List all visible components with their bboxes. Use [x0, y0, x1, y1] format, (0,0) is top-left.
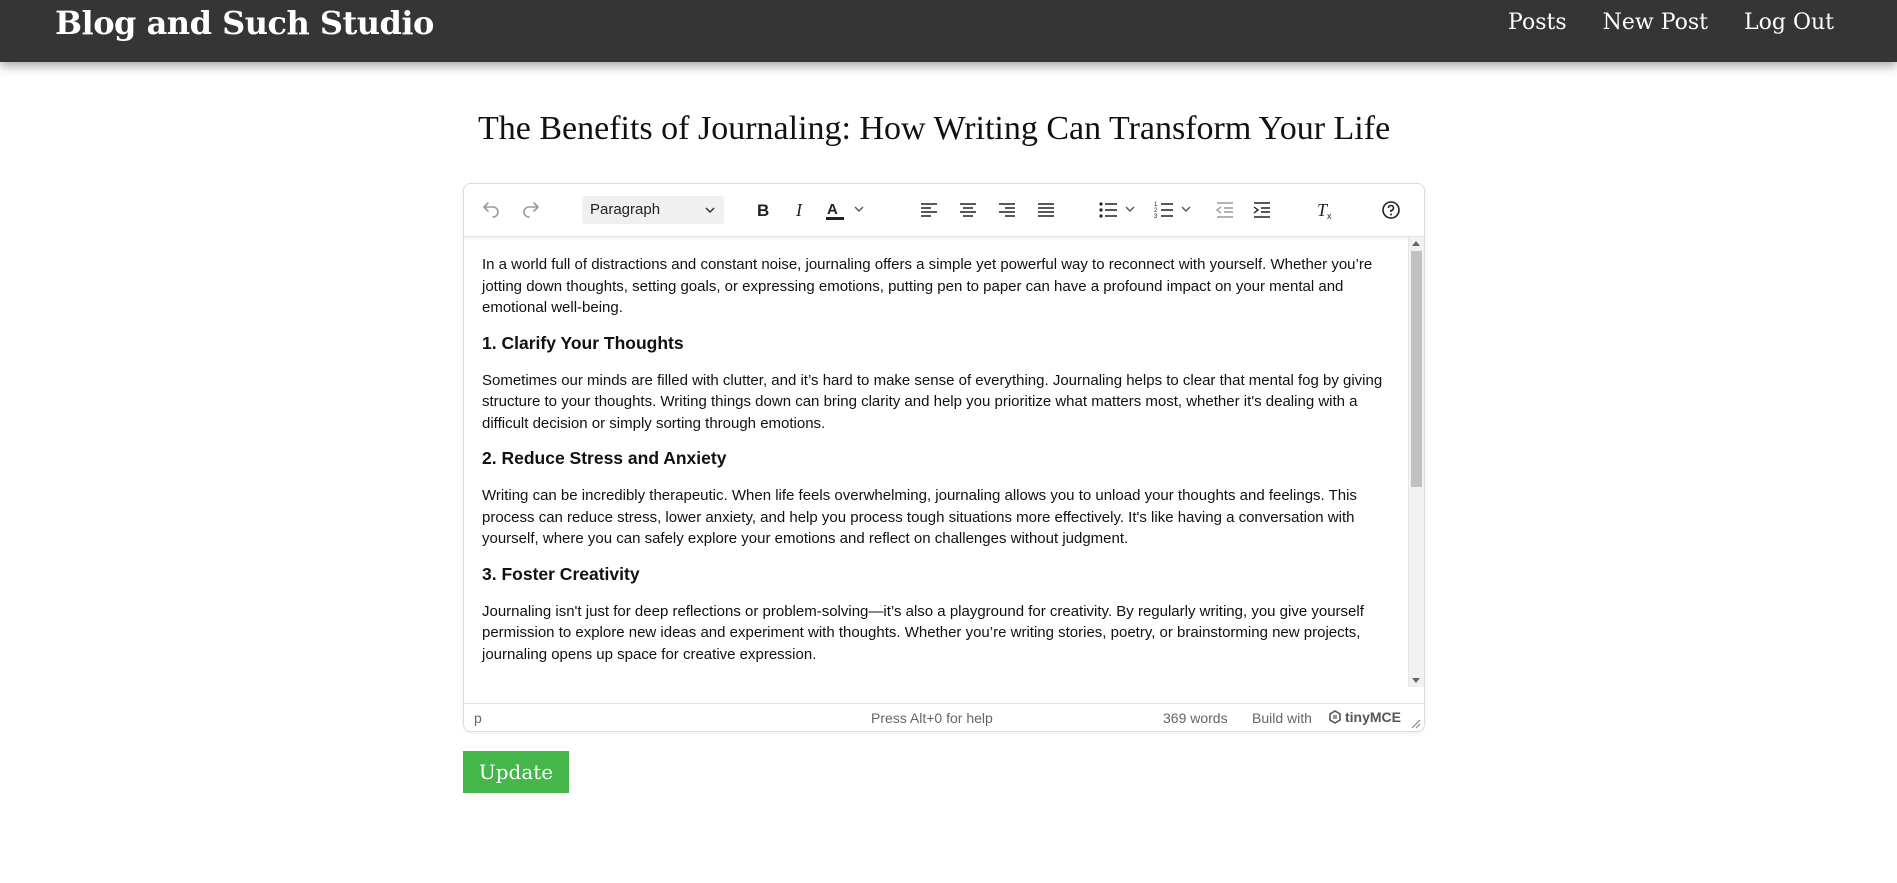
svg-text:B: B — [757, 201, 769, 220]
text-color-button[interactable]: A — [824, 196, 870, 224]
bold-icon: B — [757, 201, 769, 220]
section-heading: 3. Foster Creativity — [482, 563, 640, 584]
help-button[interactable] — [1376, 196, 1406, 224]
editor-statusbar: p Press Alt+0 for help 369 words Build w… — [464, 703, 1424, 731]
bullet-list-icon — [1099, 202, 1135, 218]
numbered-list-icon: 1 2 3 — [1154, 202, 1191, 220]
scroll-down-arrow-icon[interactable] — [1412, 678, 1420, 683]
site-brand[interactable]: Blog and Such Studio — [55, 4, 434, 42]
section-paragraph: Sometimes our minds are filled with clut… — [482, 371, 1383, 432]
indent-icon — [1253, 202, 1270, 218]
clear-formatting-icon: T x — [1317, 200, 1332, 221]
align-right-button[interactable] — [992, 196, 1022, 224]
nav-link-posts[interactable]: Posts — [1508, 10, 1567, 35]
scroll-up-arrow-icon[interactable] — [1412, 241, 1420, 246]
svg-text:A: A — [827, 201, 838, 218]
section-heading: 2. Reduce Stress and Anxiety — [482, 448, 727, 468]
numbered-list-button[interactable]: 1 2 3 — [1154, 196, 1198, 224]
outdent-icon — [1215, 202, 1233, 218]
build-with-label: Build with — [1252, 710, 1312, 726]
update-button[interactable]: Update — [463, 751, 569, 793]
scroll-thumb[interactable] — [1411, 251, 1422, 487]
redo-icon — [523, 202, 539, 218]
block-format-select[interactable]: Paragraph — [582, 196, 724, 224]
italic-icon: I — [795, 200, 803, 220]
section-heading: 1. Clarify Your Thoughts — [482, 332, 684, 353]
resize-handle-icon[interactable] — [1411, 719, 1421, 729]
redo-button[interactable] — [516, 196, 546, 224]
section-paragraph: Writing can be incredibly therapeutic. W… — [482, 487, 1357, 547]
align-left-icon — [921, 203, 937, 217]
svg-text:3: 3 — [1154, 214, 1158, 220]
help-hint: Press Alt+0 for help — [871, 710, 993, 726]
nav-links: Posts New Post Log Out — [1508, 10, 1834, 35]
block-format-label: Paragraph — [590, 201, 661, 218]
italic-button[interactable]: I — [786, 196, 816, 224]
editor-toolbar: Paragraph B I A 1 2 3 T x — [464, 184, 1424, 237]
align-center-button[interactable] — [953, 196, 983, 224]
justify-icon — [1038, 203, 1054, 217]
undo-button[interactable] — [476, 196, 506, 224]
element-path[interactable]: p — [474, 710, 482, 726]
outdent-button[interactable] — [1210, 196, 1240, 224]
tinymce-logo[interactable]: tinyMCE — [1328, 709, 1401, 725]
section-paragraph: Journaling isn't just for deep reflectio… — [482, 602, 1364, 663]
nav-link-log-out[interactable]: Log Out — [1744, 10, 1834, 35]
text-color-icon: A — [826, 201, 864, 220]
bullet-list-button[interactable] — [1098, 196, 1142, 224]
help-icon — [1382, 201, 1400, 219]
align-left-button[interactable] — [914, 196, 944, 224]
tinymce-logo-icon — [1329, 710, 1341, 724]
align-center-icon — [960, 203, 976, 217]
justify-button[interactable] — [1031, 196, 1061, 224]
tinymce-brand-text: tinyMCE — [1345, 709, 1401, 725]
indent-button[interactable] — [1247, 196, 1277, 224]
bold-button[interactable]: B — [748, 196, 778, 224]
nav-link-new-post[interactable]: New Post — [1603, 10, 1708, 35]
word-count[interactable]: 369 words — [1163, 710, 1228, 726]
svg-text:x: x — [1327, 211, 1332, 221]
rich-text-editor: Paragraph B I A 1 2 3 T x In a world ful… — [463, 183, 1425, 732]
undo-icon — [483, 202, 499, 218]
intro-paragraph: In a world full of distractions and cons… — [482, 256, 1373, 316]
chevron-down-icon — [705, 207, 715, 214]
editor-content-area[interactable]: In a world full of distractions and cons… — [464, 237, 1408, 687]
align-right-icon — [999, 203, 1015, 217]
editor-scrollbar[interactable] — [1408, 237, 1424, 687]
top-navbar: Blog and Such Studio Posts New Post Log … — [0, 0, 1897, 62]
svg-text:I: I — [795, 200, 803, 220]
clear-formatting-button[interactable]: T x — [1310, 196, 1340, 224]
post-title-input[interactable] — [478, 104, 1412, 154]
